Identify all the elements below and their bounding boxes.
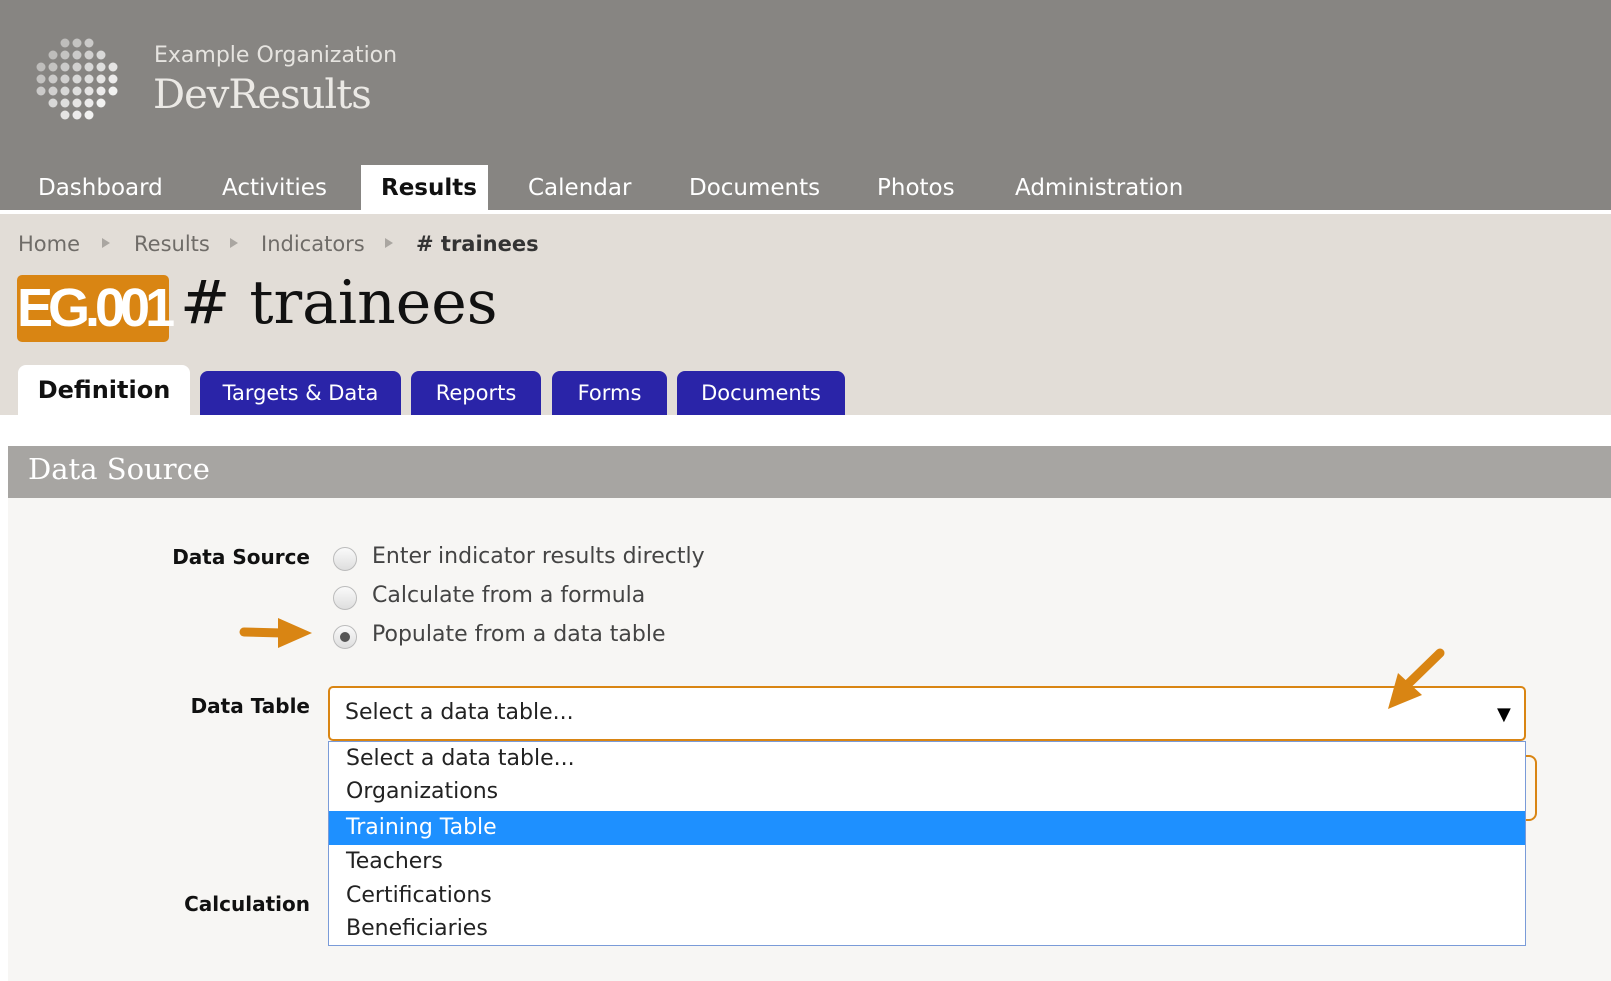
calculation-label: Calculation xyxy=(184,892,310,916)
brand-name[interactable]: DevResults xyxy=(153,72,372,118)
section-header xyxy=(8,446,1611,498)
section-title: Data Source xyxy=(28,452,210,486)
breadcrumb-separator-icon xyxy=(102,238,110,248)
dropdown-option[interactable]: Beneficiaries xyxy=(329,912,1525,946)
tab-documents[interactable]: Documents xyxy=(677,371,845,415)
radio-label[interactable]: Enter indicator results directly xyxy=(372,544,705,569)
nav-photos[interactable]: Photos xyxy=(877,165,955,212)
tab-reports[interactable]: Reports xyxy=(411,371,541,415)
dropdown-option[interactable]: Select a data table... xyxy=(329,742,1525,776)
annotation-arrow-icon xyxy=(1388,648,1445,709)
indicator-code-badge: EG.001 xyxy=(17,275,175,342)
chevron-down-icon[interactable]: ▼ xyxy=(1497,704,1511,725)
breadcrumb-home[interactable]: Home xyxy=(18,232,80,256)
devresults-logo-icon[interactable] xyxy=(32,34,122,124)
organization-name: Example Organization xyxy=(154,43,398,68)
breadcrumb-separator-icon xyxy=(385,238,393,248)
nav-calendar[interactable]: Calendar xyxy=(528,165,631,212)
nav-activities[interactable]: Activities xyxy=(222,165,327,212)
radio-populate-data-table[interactable] xyxy=(333,625,357,649)
data-source-label: Data Source xyxy=(172,545,310,569)
breadcrumb-current: # trainees xyxy=(416,232,539,256)
breadcrumb-indicators[interactable]: Indicators xyxy=(261,232,365,256)
tab-forms[interactable]: Forms xyxy=(552,371,667,415)
radio-calculate-formula[interactable] xyxy=(333,586,357,610)
radio-label[interactable]: Calculate from a formula xyxy=(372,583,645,608)
tab-targets-data[interactable]: Targets & Data xyxy=(200,371,401,415)
select-value[interactable]: Select a data table... xyxy=(345,700,574,725)
breadcrumb-separator-icon xyxy=(230,238,238,248)
radio-enter-directly[interactable] xyxy=(333,547,357,571)
data-table-dropdown-list[interactable]: Select a data table... Organizations Tra… xyxy=(328,741,1526,946)
nav-dashboard[interactable]: Dashboard xyxy=(38,165,163,212)
dropdown-option[interactable]: Organizations xyxy=(329,775,1525,809)
data-table-label: Data Table xyxy=(190,694,310,718)
dropdown-option[interactable]: Certifications xyxy=(329,879,1525,913)
breadcrumb-results[interactable]: Results xyxy=(134,232,210,256)
dropdown-option[interactable]: Teachers xyxy=(329,845,1525,879)
dropdown-option-highlighted[interactable]: Training Table xyxy=(329,811,1525,845)
annotation-arrow-icon xyxy=(239,618,312,648)
nav-administration[interactable]: Administration xyxy=(1015,165,1183,212)
nav-results[interactable]: Results xyxy=(361,165,488,212)
tab-definition[interactable]: Definition xyxy=(18,365,190,415)
radio-label[interactable]: Populate from a data table xyxy=(372,622,666,647)
nav-documents[interactable]: Documents xyxy=(689,165,820,212)
page-title: # trainees xyxy=(180,268,498,338)
